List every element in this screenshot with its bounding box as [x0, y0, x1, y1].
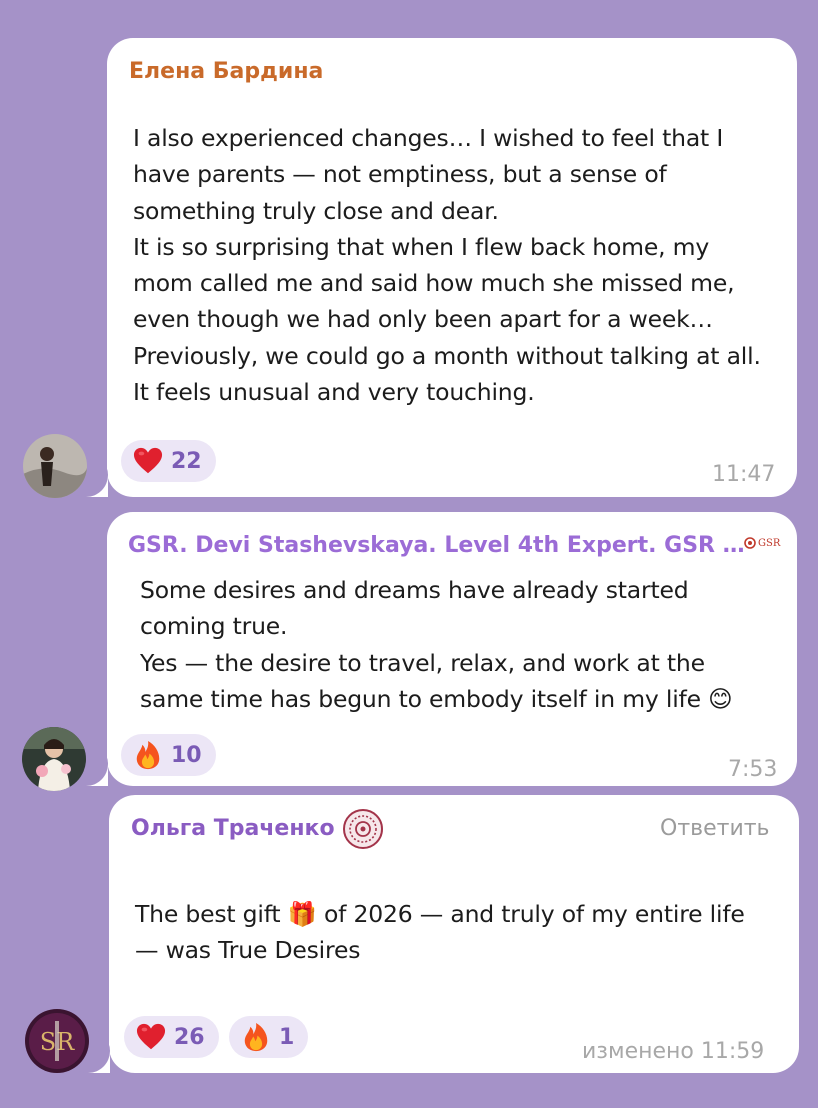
fire-icon: [241, 1022, 271, 1052]
message-time: изменено 11:59: [582, 1039, 765, 1064]
message-time: 7:53: [728, 757, 778, 782]
reply-button[interactable]: Ответить: [660, 816, 770, 841]
avatar[interactable]: [23, 434, 87, 498]
reaction-count: 10: [171, 742, 202, 768]
fire-icon: [133, 740, 163, 770]
reaction-heart[interactable]: 26: [124, 1016, 219, 1058]
reaction-count: 26: [174, 1024, 205, 1050]
reaction-count: 22: [171, 448, 202, 474]
heart-icon: [133, 446, 163, 476]
bubble-tail: [64, 742, 108, 786]
message-author[interactable]: Ольга Траченко: [131, 816, 335, 841]
bubble-tail: [66, 1029, 110, 1073]
heart-icon: [136, 1022, 166, 1052]
avatar[interactable]: SR: [25, 1009, 89, 1073]
reaction-heart[interactable]: 22: [121, 440, 216, 482]
reaction-count: 1: [279, 1024, 295, 1050]
reaction-fire[interactable]: 10: [121, 734, 216, 776]
bubble-tail: [64, 453, 108, 497]
message-text: Some desires and dreams have already sta…: [140, 576, 733, 713]
gsr-badge-label: GSR: [758, 537, 781, 549]
reaction-fire[interactable]: 1: [229, 1016, 309, 1058]
message-author[interactable]: GSR. Devi Stashevskaya. Level 4th Expert…: [128, 533, 745, 558]
message-author[interactable]: Елена Бардина: [129, 59, 323, 84]
avatar[interactable]: [22, 727, 86, 791]
gsr-logo-icon: [744, 537, 756, 549]
message-text: The best gift 🎁 of 2026 — and truly of m…: [135, 900, 745, 965]
gsr-badge: GSR: [744, 537, 780, 549]
verified-seal-icon: [343, 809, 383, 853]
message-text: I also experienced changes… I wished to …: [133, 124, 761, 407]
message-time: 11:47: [712, 462, 776, 487]
